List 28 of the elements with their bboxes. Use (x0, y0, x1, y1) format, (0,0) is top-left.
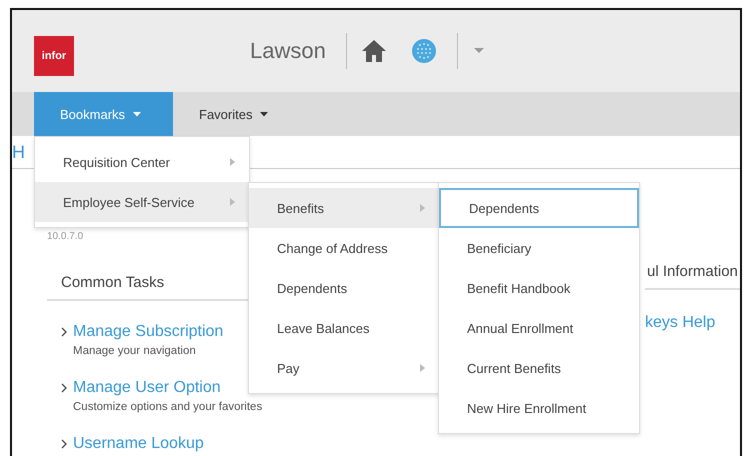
chevron-icon (61, 439, 67, 449)
menu-item[interactable]: Current Benefits (439, 348, 639, 388)
menu-item[interactable]: Benefits (249, 188, 439, 228)
menu-item[interactable]: Leave Balances (249, 308, 439, 348)
chevron-icon (61, 383, 67, 393)
caret-icon (133, 112, 142, 116)
submenu-arrow-icon (420, 204, 425, 212)
section-heading: ul Information (645, 231, 740, 290)
menu-item[interactable]: Pay (249, 348, 439, 388)
caret-icon[interactable] (474, 48, 484, 54)
app-title: Lawson (250, 38, 326, 64)
nav-tab[interactable]: Favorites (173, 92, 290, 136)
menu-item[interactable]: Requisition Center (35, 142, 249, 182)
chevron-icon (61, 327, 67, 337)
caret-icon (260, 112, 268, 116)
menu-item[interactable]: Dependents (439, 188, 639, 228)
task-description: Customize options and your favorites (72, 401, 262, 413)
submenu-arrow-icon (420, 364, 425, 372)
menu-item[interactable]: New Hire Enrollment (439, 388, 639, 428)
version-text: 10.0.7.0 (47, 231, 84, 242)
infor-logo: infor (34, 36, 74, 76)
task-description: Manage your navigation (72, 345, 196, 357)
submenu-arrow-icon (230, 158, 235, 166)
home-icon[interactable] (360, 39, 387, 63)
globe-icon[interactable] (410, 38, 437, 64)
submenu-arrow-icon (230, 198, 235, 206)
menu-item[interactable]: Employee Self-Service (35, 182, 249, 222)
menu-item[interactable]: Annual Enrollment (439, 308, 639, 348)
